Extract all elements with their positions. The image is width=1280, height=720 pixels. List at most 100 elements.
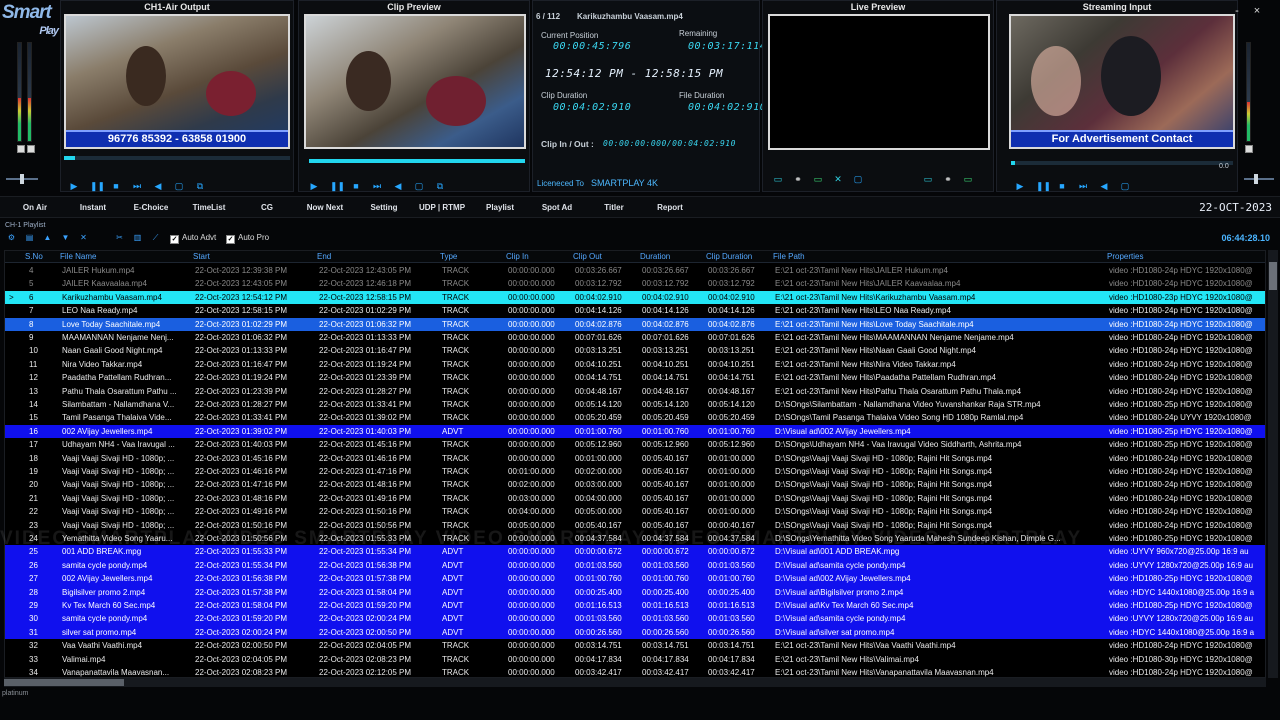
col-file-path[interactable]: File Path <box>773 251 805 263</box>
table-row[interactable]: >6 Karikuzhambu Vaasam.mp4 22-Oct-2023 12:… <box>5 290 1265 305</box>
delete-icon[interactable]: ✕ <box>78 233 89 243</box>
rewind-icon[interactable]: ◀ <box>153 181 163 191</box>
move-up-icon[interactable]: ▲ <box>42 233 53 243</box>
table-row[interactable]: 10 Naan Gaali Good Night.mp4 22-Oct-2023 0… <box>5 344 1265 357</box>
play-icon[interactable]: ▶ <box>69 181 79 191</box>
toolbar-now-next[interactable]: Now Next <box>300 197 350 219</box>
streaming-progress-bar[interactable] <box>1011 161 1233 165</box>
table-row[interactable]: 5 JAILER Kaavaalaa.mp4 22-Oct-2023 12:43:0… <box>5 277 1265 290</box>
pause-icon[interactable]: ❚❚ <box>330 181 345 191</box>
toolbar-spot-ad[interactable]: Spot Ad <box>534 197 580 219</box>
volume-slider[interactable] <box>6 174 38 184</box>
table-row[interactable]: 22 Vaaji Vaaji Sivaji HD - 1080p; ... 22-O… <box>5 505 1265 518</box>
cut-icon[interactable]: ✂ <box>114 233 125 243</box>
stop-icon[interactable]: ■ <box>111 181 121 191</box>
mute-right-checkbox[interactable] <box>27 145 35 153</box>
auto-pro-checkbox[interactable]: ✓ Auto Pro <box>226 232 269 244</box>
table-row[interactable]: 16 002 AVijay Jewellers.mp4 22-Oct-2023 01… <box>5 424 1265 439</box>
toolbar-setting[interactable]: Setting <box>362 197 406 219</box>
col-type[interactable]: Type <box>440 251 457 263</box>
col-file-name[interactable]: File Name <box>60 251 96 263</box>
table-row[interactable]: 29 Kv Tex March 60 Sec.mp4 22-Oct-2023 01:… <box>5 599 1265 613</box>
send-to-air-icon[interactable]: ⧉ <box>435 181 445 191</box>
col-clip-in[interactable]: Clip In <box>506 251 529 263</box>
loop-icon[interactable]: ⧉ <box>195 181 205 191</box>
stream-mute-checkbox[interactable] <box>1245 145 1253 153</box>
table-row[interactable]: 13 Pathu Thala Osarattum Pathu ... 22-Oct-… <box>5 385 1265 398</box>
stop-icon[interactable]: ■ <box>351 181 361 191</box>
pause-icon[interactable]: ❚❚ <box>1036 181 1051 191</box>
table-row[interactable]: 28 Bigilsilver promo 2.mp4 22-Oct-2023 01:… <box>5 585 1265 599</box>
rewind-icon[interactable]: ◀ <box>393 181 403 191</box>
edit-icon[interactable]: ⟋ <box>150 233 161 243</box>
fullscreen-icon[interactable]: ▢ <box>414 181 424 191</box>
link-icon[interactable]: ⚭ <box>793 174 803 184</box>
settings-icon[interactable]: ✕ <box>833 174 843 184</box>
table-row[interactable]: 12 Paadatha Pattellam Rudhran... 22-Oct-20… <box>5 371 1265 384</box>
col-clip-out[interactable]: Clip Out <box>573 251 602 263</box>
move-down-icon[interactable]: ▼ <box>60 233 71 243</box>
copy-icon[interactable]: ▥ <box>132 233 143 243</box>
fullscreen-icon[interactable]: ▢ <box>174 181 184 191</box>
table-row[interactable]: 21 Vaaji Vaaji Sivaji HD - 1080p; ... 22-O… <box>5 492 1265 505</box>
table-row[interactable]: 30 samita cycle pondy.mp4 22-Oct-2023 01:5… <box>5 612 1265 626</box>
fullscreen-icon[interactable]: ▢ <box>1120 181 1130 191</box>
table-row[interactable]: 20 Vaaji Vaaji Sivaji HD - 1080p; ... 22-O… <box>5 478 1265 491</box>
air-progress-bar[interactable] <box>64 156 290 160</box>
stream-volume-slider[interactable] <box>1244 174 1274 184</box>
minimize-button[interactable]: - <box>1230 4 1244 18</box>
table-row[interactable]: 14 Silambattam - Nallamdhana V... 22-Oct-2… <box>5 398 1265 411</box>
window-icon[interactable]: ▢ <box>853 174 863 184</box>
mute-left-checkbox[interactable] <box>17 145 25 153</box>
next-icon[interactable]: ⏭ <box>1078 181 1088 191</box>
record-icon[interactable]: ▭ <box>813 174 823 184</box>
table-row[interactable]: 18 Vaaji Vaaji Sivaji HD - 1080p; ... 22-O… <box>5 452 1265 465</box>
toolbar-instant[interactable]: Instant <box>72 197 114 219</box>
toolbar-playlist[interactable]: Playlist <box>478 197 522 219</box>
toolbar-timelist[interactable]: TimeList <box>186 197 232 219</box>
toolbar-titler[interactable]: Titler <box>594 197 634 219</box>
table-row[interactable]: 15 Tamil Pasanga Thalaiva Vide... 22-Oct-2… <box>5 411 1265 424</box>
col-sno[interactable]: S.No <box>25 251 43 263</box>
table-row[interactable]: 26 samita cycle pondy.mp4 22-Oct-2023 01:5… <box>5 558 1265 573</box>
toolbar-udp-rtmp[interactable]: UDP | RTMP <box>414 197 470 219</box>
table-row[interactable]: 31 silver sat promo.mp4 22-Oct-2023 02:00:… <box>5 625 1265 640</box>
record2-icon[interactable]: ▭ <box>963 174 973 184</box>
close-button[interactable]: × <box>1250 4 1264 18</box>
play-icon[interactable]: ▶ <box>1015 181 1025 191</box>
next-icon[interactable]: ⏭ <box>132 181 142 191</box>
col-duration[interactable]: Duration <box>640 251 670 263</box>
col-properties[interactable]: Properties <box>1107 251 1143 263</box>
input2-icon[interactable]: ▭ <box>923 174 933 184</box>
settings-icon[interactable]: ⚙ <box>6 233 17 243</box>
table-row[interactable]: 32 Vaa Vaathi Vaathi.mp4 22-Oct-2023 02:00… <box>5 639 1265 652</box>
col-start[interactable]: Start <box>193 251 210 263</box>
input-icon[interactable]: ▭ <box>773 174 783 184</box>
toolbar-on-air[interactable]: On Air <box>14 197 56 219</box>
table-row[interactable]: 4 JAILER Hukum.mp4 22-Oct-2023 12:39:38 PM… <box>5 264 1265 277</box>
table-row[interactable]: 33 Valimai.mp4 22-Oct-2023 02:04:05 PM 22-O… <box>5 653 1265 666</box>
col-end[interactable]: End <box>317 251 331 263</box>
table-row[interactable]: 19 Vaaji Vaaji Sivaji HD - 1080p; ... 22-O… <box>5 465 1265 478</box>
next-icon[interactable]: ⏭ <box>372 181 382 191</box>
table-row[interactable]: 11 Nira Video Takkar.mp4 22-Oct-2023 01:16… <box>5 358 1265 371</box>
link2-icon[interactable]: ⚭ <box>943 174 953 184</box>
open-folder-icon[interactable]: ▤ <box>24 233 35 243</box>
table-row[interactable]: 34 Vanapanattavila Maavasnan... 22-Oct-202… <box>5 666 1265 677</box>
col-clip-duration[interactable]: Clip Duration <box>706 251 752 263</box>
stop-icon[interactable]: ■ <box>1057 181 1067 191</box>
table-row[interactable]: 17 Udhayam NH4 - Vaa Iravugal ... 22-Oct-2… <box>5 438 1265 451</box>
table-row[interactable]: 9 MAAMANNAN Nenjame Nenj... 22-Oct-2023 01… <box>5 331 1265 344</box>
table-row[interactable]: 7 LEO Naa Ready.mp4 22-Oct-2023 12:58:15 P… <box>5 304 1265 317</box>
clip-progress-bar[interactable] <box>309 159 525 163</box>
rewind-icon[interactable]: ◀ <box>1099 181 1109 191</box>
playlist-vertical-scrollbar[interactable] <box>1268 250 1278 678</box>
toolbar-e-choice[interactable]: E-Choice <box>128 197 174 219</box>
play-icon[interactable]: ▶ <box>309 181 319 191</box>
auto-advt-checkbox[interactable]: ✓ Auto Advt <box>170 232 216 244</box>
toolbar-cg[interactable]: CG <box>250 197 284 219</box>
pause-icon[interactable]: ❚❚ <box>90 181 105 191</box>
table-row[interactable]: 8 Love Today Saachitale.mp4 22-Oct-2023 01… <box>5 317 1265 331</box>
playlist-horizontal-scrollbar[interactable] <box>4 678 1266 687</box>
toolbar-report[interactable]: Report <box>648 197 692 219</box>
